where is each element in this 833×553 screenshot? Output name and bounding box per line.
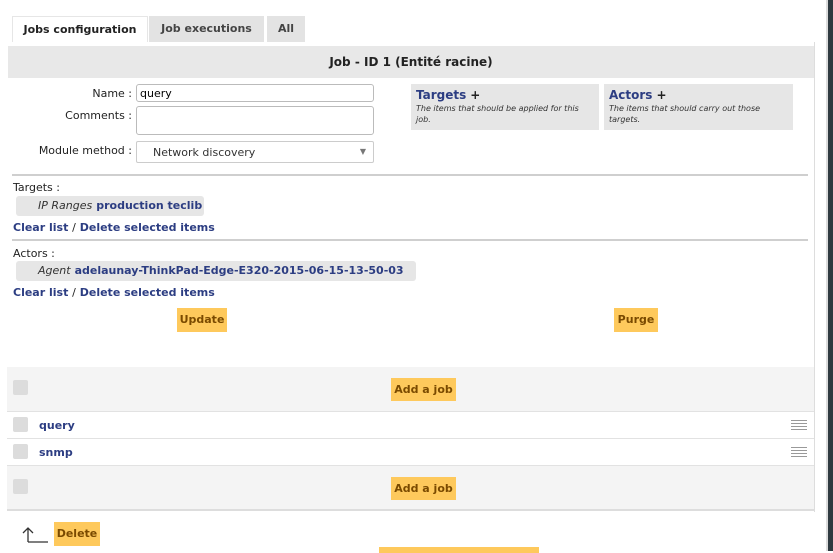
actors-delete-selected-link[interactable]: Delete selected items [80,286,215,299]
select-all-checkbox[interactable] [13,380,28,395]
targets-section-label: Targets : [13,181,60,194]
actors-box: Actors + The items that should carry out … [604,84,793,130]
separator: / [72,286,76,299]
table-row[interactable]: query [7,412,814,439]
module-method-select[interactable]: Network discovery ▼ [136,141,374,163]
partial-button[interactable] [379,547,539,553]
module-method-label: Module method : [38,144,132,157]
target-item[interactable]: IP Ranges production teclib [16,196,204,216]
job-link[interactable]: snmp [39,446,73,459]
target-item-type: IP Ranges [38,199,93,212]
actors-box-desc: The items that should carry out those ta… [609,104,761,124]
add-job-button-bottom[interactable]: Add a job [391,477,456,500]
drag-handle-icon[interactable] [791,447,807,459]
row-checkbox[interactable] [13,417,28,432]
comments-textarea[interactable] [136,106,374,135]
update-button[interactable]: Update [177,308,227,332]
target-item-name: production teclib [96,199,203,212]
divider [12,239,808,241]
targets-actions: Clear list / Delete selected items [13,221,215,234]
actor-item-type: Agent [38,264,71,277]
targets-box-desc: The items that should be applied for thi… [416,104,579,124]
divider [12,174,808,176]
table-footer-row: Add a job [7,466,814,511]
select-arrow-icon [22,527,48,543]
targets-box-title[interactable]: Targets [416,88,466,102]
chevron-down-icon: ▼ [359,147,366,156]
actors-section-label: Actors : [13,247,55,260]
module-method-value: Network discovery [153,146,256,159]
delete-button[interactable]: Delete [54,522,100,546]
name-label: Name : [92,87,132,100]
separator: / [72,221,76,234]
targets-box: Targets + The items that should be applie… [411,84,599,130]
row-checkbox[interactable] [13,444,28,459]
add-job-button[interactable]: Add a job [391,378,456,401]
name-input[interactable] [136,84,374,102]
tab-jobs-configuration[interactable]: Jobs configuration [12,16,148,42]
job-link[interactable]: query [39,419,75,432]
actor-item-name: adelaunay-ThinkPad-Edge-E320-2015-06-15-… [74,264,404,277]
targets-clear-list-link[interactable]: Clear list [13,221,68,234]
actor-item[interactable]: Agent adelaunay-ThinkPad-Edge-E320-2015-0… [16,261,416,281]
right-edge-panel [826,0,833,551]
page-title: Job - ID 1 (Entité racine) [8,46,814,78]
add-actor-plus-icon[interactable]: + [656,88,666,102]
targets-delete-selected-link[interactable]: Delete selected items [80,221,215,234]
actors-actions: Clear list / Delete selected items [13,286,215,299]
select-all-checkbox-bottom[interactable] [13,479,28,494]
actors-box-title[interactable]: Actors [609,88,652,102]
tab-all[interactable]: All [267,16,305,42]
comments-label: Comments : [65,109,132,122]
table-row[interactable]: snmp [7,439,814,466]
actors-clear-list-link[interactable]: Clear list [13,286,68,299]
purge-button[interactable]: Purge [614,308,658,332]
add-target-plus-icon[interactable]: + [470,88,480,102]
drag-handle-icon[interactable] [791,420,807,432]
table-header-row: Add a job [7,367,814,412]
tab-job-executions[interactable]: Job executions [149,16,264,42]
